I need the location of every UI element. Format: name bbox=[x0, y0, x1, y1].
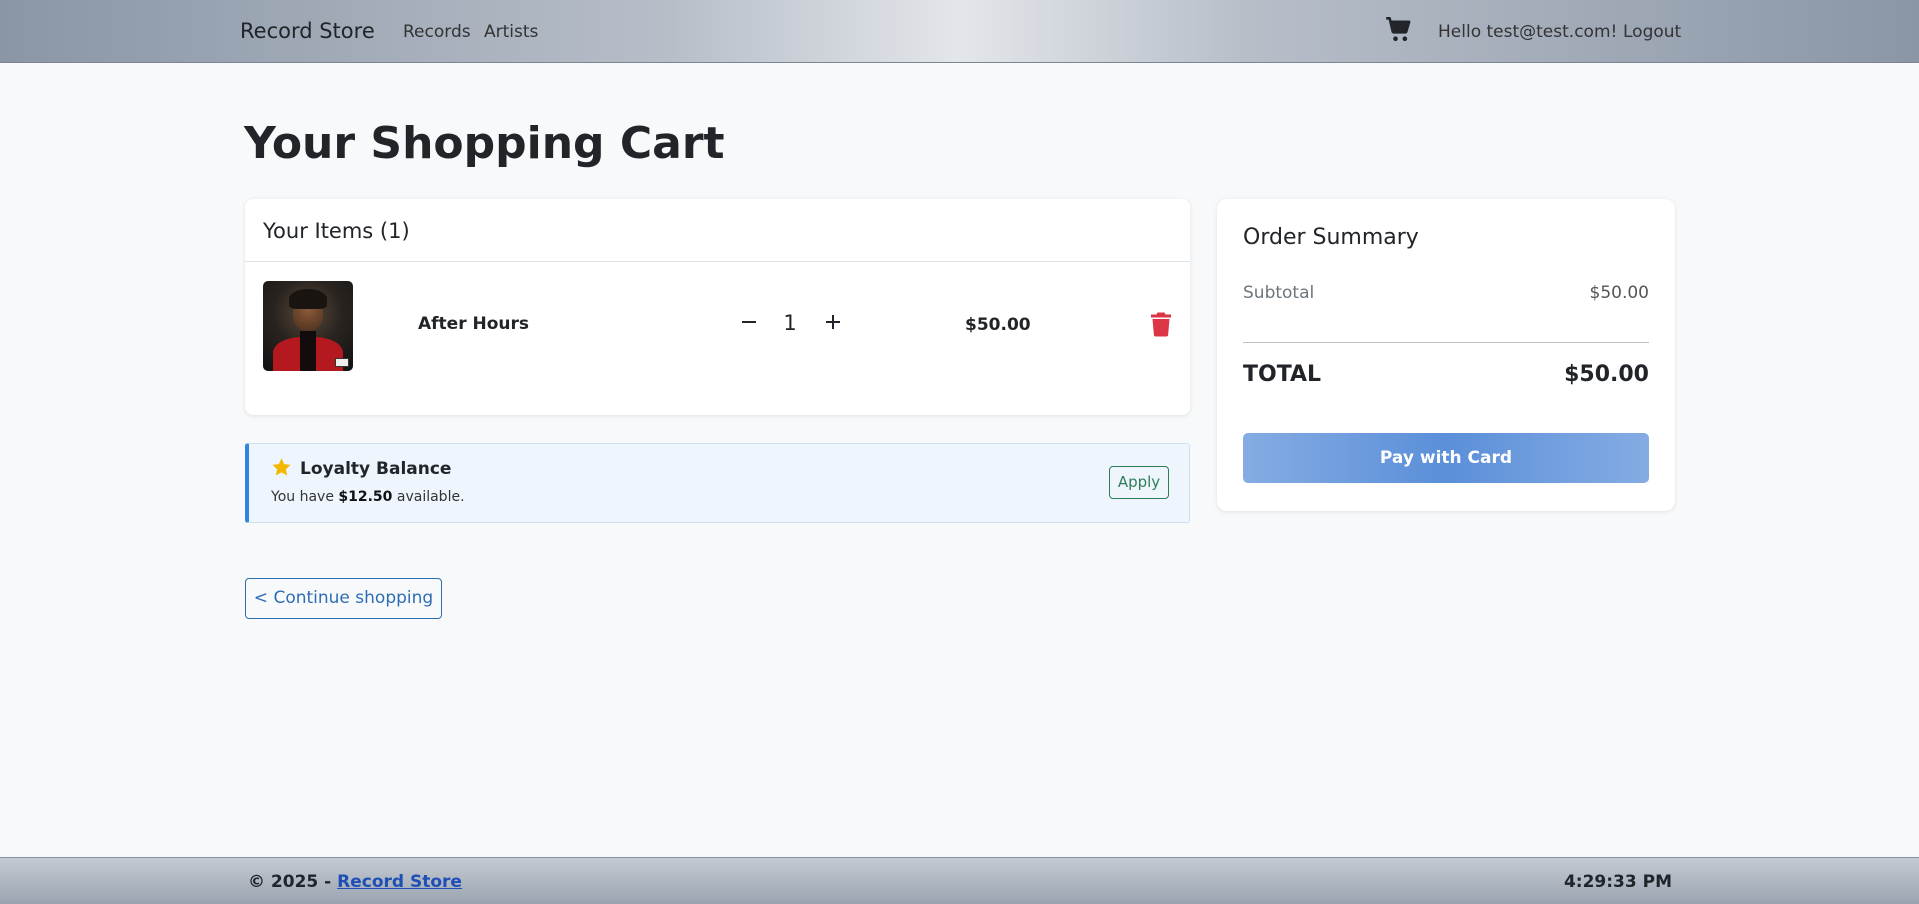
total-label: TOTAL bbox=[1243, 362, 1322, 387]
loyalty-text-prefix: You have bbox=[271, 489, 334, 505]
star-icon bbox=[271, 457, 292, 478]
loyalty-title: Loyalty Balance bbox=[300, 459, 452, 479]
order-summary-title: Order Summary bbox=[1243, 225, 1419, 250]
plus-icon[interactable] bbox=[821, 310, 845, 334]
cart-items-card: Your Items (1) After Hours 1 $50.00 bbox=[245, 199, 1190, 415]
nav-link-artists[interactable]: Artists bbox=[484, 22, 538, 42]
loyalty-text-suffix: available. bbox=[396, 489, 465, 505]
continue-shopping-button[interactable]: < Continue shopping bbox=[245, 578, 442, 619]
subtotal-value: $50.00 bbox=[1589, 283, 1649, 303]
loyalty-balance-panel: Loyalty Balance You have $12.50 availabl… bbox=[245, 443, 1190, 523]
cart-item-row: After Hours 1 $50.00 bbox=[245, 262, 1190, 414]
order-summary-card: Order Summary Subtotal $50.00 TOTAL $50.… bbox=[1217, 199, 1675, 511]
shopping-cart-icon[interactable] bbox=[1385, 16, 1413, 44]
album-cover-image[interactable] bbox=[263, 281, 353, 371]
summary-divider bbox=[1243, 342, 1649, 343]
nav-link-records[interactable]: Records bbox=[403, 22, 471, 42]
pay-with-card-button[interactable]: Pay with Card bbox=[1243, 433, 1649, 483]
footer-copyright-text: © 2025 - bbox=[248, 872, 332, 892]
subtotal-label: Subtotal bbox=[1243, 283, 1315, 303]
brand-link[interactable]: Record Store bbox=[240, 19, 375, 43]
footer-clock: 4:29:33 PM bbox=[1563, 872, 1672, 892]
quantity-value: 1 bbox=[783, 311, 797, 335]
user-greeting: Hello test@test.com! bbox=[1438, 22, 1618, 42]
minus-icon[interactable] bbox=[737, 310, 761, 334]
footer-record-store-link[interactable]: Record Store bbox=[337, 872, 462, 892]
item-name[interactable]: After Hours bbox=[418, 314, 529, 334]
cart-items-header: Your Items (1) bbox=[245, 199, 1190, 262]
logout-link[interactable]: Logout bbox=[1623, 22, 1681, 42]
loyalty-text: You have $12.50 available. bbox=[271, 489, 465, 505]
total-value: $50.00 bbox=[1564, 362, 1649, 387]
apply-loyalty-button[interactable]: Apply bbox=[1109, 466, 1169, 499]
top-navbar: Record Store Records Artists Hello test@… bbox=[0, 0, 1919, 63]
page-title: Your Shopping Cart bbox=[244, 118, 725, 169]
loyalty-amount: $12.50 bbox=[338, 489, 393, 505]
trash-icon[interactable] bbox=[1149, 311, 1173, 337]
item-price: $50.00 bbox=[965, 315, 1031, 335]
page-footer: © 2025 - Record Store 4:29:33 PM bbox=[0, 857, 1919, 904]
footer-copyright: © 2025 - Record Store bbox=[248, 872, 462, 892]
